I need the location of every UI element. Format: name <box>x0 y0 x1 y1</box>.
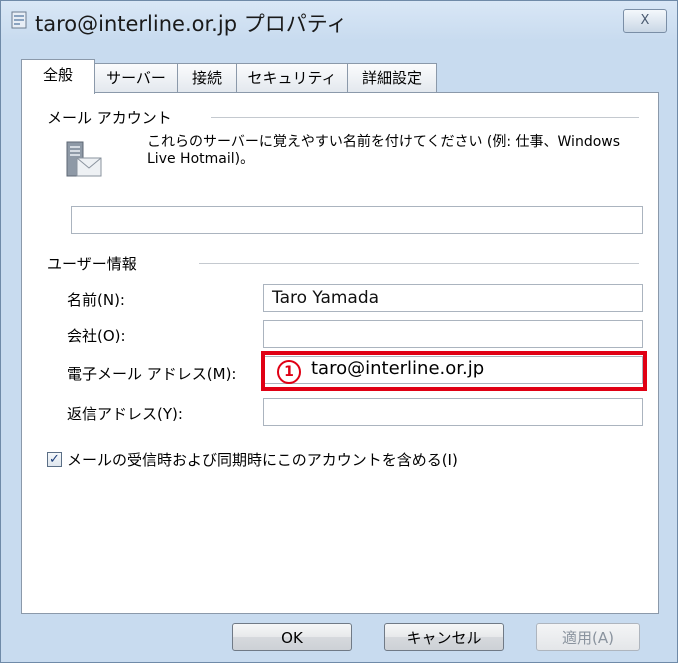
reply-address-input[interactable] <box>263 398 643 426</box>
window-icon <box>11 11 27 29</box>
include-account-checkbox[interactable]: ✓ <box>47 452 62 467</box>
close-icon: X <box>640 13 650 28</box>
include-account-label[interactable]: メールの受信時および同期時にこのアカウントを含める(I) <box>67 449 458 470</box>
user-info-section-label: ユーザー情報 <box>47 253 137 274</box>
cancel-button[interactable]: キャンセル <box>384 623 504 651</box>
account-description: これらのサーバーに覚えやすい名前を付けてください (例: 仕事、Windows … <box>147 134 621 167</box>
title-bar[interactable]: taro@interline.or.jp プロパティ X <box>1 1 677 41</box>
company-input[interactable] <box>263 320 643 348</box>
tab-security[interactable]: セキュリティ <box>236 63 348 92</box>
account-name-input[interactable] <box>71 206 643 234</box>
tab-general[interactable]: 全般 <box>21 59 95 94</box>
mail-server-icon <box>66 141 102 177</box>
section-divider <box>199 263 639 264</box>
mail-account-section-label: メール アカウント <box>47 107 172 128</box>
step-number-badge: 1 <box>277 360 301 384</box>
section-divider <box>211 117 639 118</box>
name-label: 名前(N): <box>67 291 125 309</box>
reply-address-label: 返信アドレス(Y): <box>67 405 183 423</box>
close-button[interactable]: X <box>623 9 667 33</box>
window-title: taro@interline.or.jp プロパティ <box>35 12 348 36</box>
name-input[interactable]: Taro Yamada <box>263 284 643 312</box>
tab-server[interactable]: サーバー <box>94 63 178 92</box>
tab-advanced[interactable]: 詳細設定 <box>347 63 437 92</box>
email-input-value: taro@interline.or.jp <box>311 358 485 379</box>
email-label: 電子メール アドレス(M): <box>67 365 237 383</box>
apply-button[interactable]: 適用(A) <box>536 623 640 651</box>
ok-button[interactable]: OK <box>232 623 352 651</box>
checkmark-icon: ✓ <box>49 452 60 467</box>
properties-window: taro@interline.or.jp プロパティ X 全般 サーバー 接続 … <box>0 0 678 663</box>
tab-connection[interactable]: 接続 <box>177 63 237 92</box>
company-label: 会社(O): <box>67 327 126 345</box>
